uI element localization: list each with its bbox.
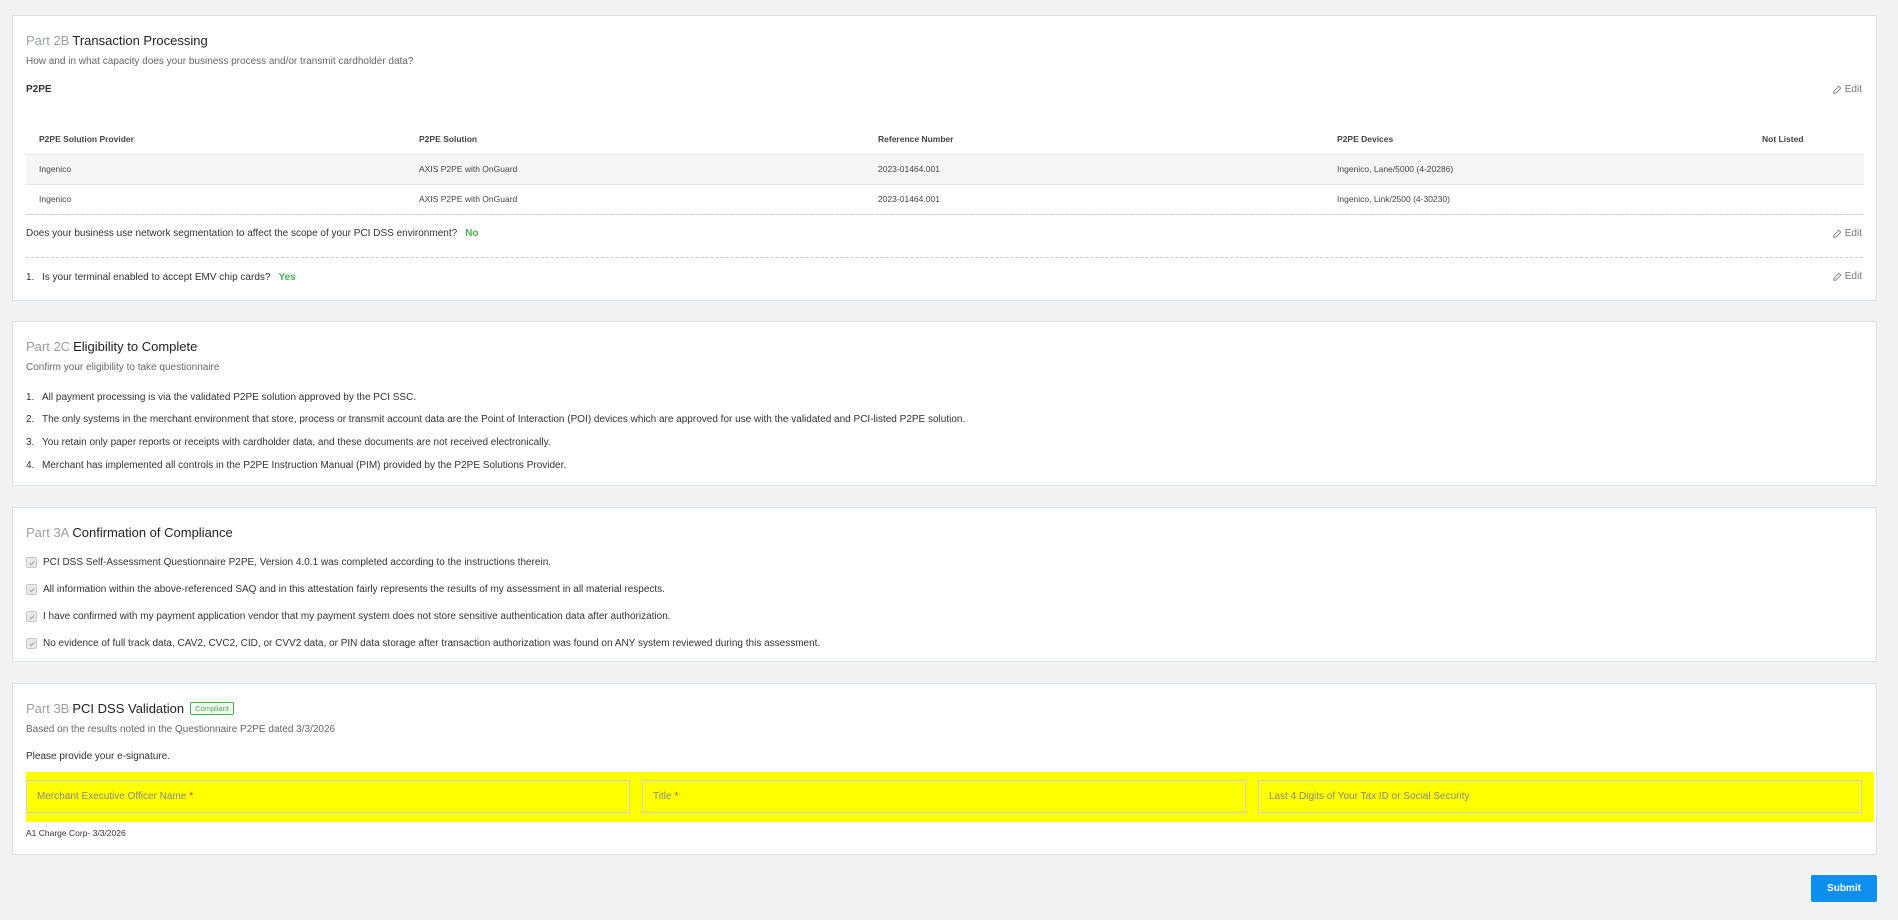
emv-edit-link[interactable]: Edit bbox=[1832, 271, 1862, 282]
checkbox-label: I have confirmed with my payment applica… bbox=[43, 611, 671, 622]
checkmark-icon bbox=[28, 587, 35, 592]
col-devices: P2PE Devices bbox=[1324, 124, 1749, 155]
tax-id-field[interactable]: Last 4 Digits of Your Tax ID or Social S… bbox=[1258, 780, 1862, 813]
table-row: Ingenico AXIS P2PE with OnGuard 2023-014… bbox=[26, 184, 1864, 215]
pencil-icon bbox=[1833, 272, 1842, 281]
divider bbox=[26, 214, 1863, 215]
checkmark-icon bbox=[28, 614, 35, 619]
segmentation-question-text: Does your business use network segmentat… bbox=[26, 228, 458, 239]
part-2b-title: Part 2B Transaction Processing bbox=[26, 33, 208, 48]
compliance-checkbox-row: All information within the above-referen… bbox=[26, 584, 665, 595]
part-2c-subtitle: Confirm your eligibility to take questio… bbox=[26, 362, 220, 373]
tax-id-placeholder: Last 4 Digits of Your Tax ID or Social S… bbox=[1269, 791, 1470, 802]
required-mark: * bbox=[674, 791, 679, 802]
checkmark-icon bbox=[28, 641, 35, 646]
checkbox[interactable] bbox=[26, 584, 37, 595]
cell-provider: Ingenico bbox=[26, 184, 406, 215]
cell-not-listed bbox=[1749, 154, 1864, 185]
emv-answer: Yes bbox=[278, 272, 296, 283]
edit-label: Edit bbox=[1844, 228, 1862, 239]
emv-question-text: Is your terminal enabled to accept EMV c… bbox=[42, 272, 271, 283]
required-mark: * bbox=[189, 791, 194, 802]
segmentation-edit-link[interactable]: Edit bbox=[1832, 228, 1862, 239]
part-title-text: Eligibility to Complete bbox=[73, 339, 198, 354]
cell-solution: AXIS P2PE with OnGuard bbox=[406, 184, 865, 215]
segmentation-answer: No bbox=[465, 228, 479, 239]
edit-label: Edit bbox=[1844, 271, 1862, 282]
part-title-text: Transaction Processing bbox=[72, 33, 208, 48]
pencil-icon bbox=[1833, 229, 1842, 238]
signature-prompt: Please provide your e-signature. bbox=[26, 751, 170, 762]
title-placeholder: Title bbox=[653, 791, 672, 802]
compliance-checkbox-row: I have confirmed with my payment applica… bbox=[26, 611, 671, 622]
part-2c-title: Part 2C Eligibility to Complete bbox=[26, 339, 197, 354]
checkbox-label: All information within the above-referen… bbox=[43, 584, 665, 595]
status-badge: Compliant bbox=[190, 702, 234, 715]
list-number: 1. bbox=[26, 392, 35, 403]
emv-number: 1. bbox=[26, 272, 35, 283]
p2pe-table: P2PE Solution Provider P2PE Solution Ref… bbox=[26, 124, 1864, 215]
list-number: 4. bbox=[26, 460, 35, 471]
p2pe-section-label: P2PE bbox=[26, 84, 52, 95]
part-3b-title: Part 3B PCI DSS Validation Compliant bbox=[26, 701, 234, 716]
part-title-text: PCI DSS Validation bbox=[72, 701, 185, 716]
checkbox[interactable] bbox=[26, 557, 37, 568]
part-number: Part 3B bbox=[26, 701, 70, 716]
list-text: You retain only paper reports or receipt… bbox=[42, 437, 551, 448]
list-item: 3. You retain only paper reports or recei… bbox=[26, 437, 551, 448]
col-reference-number: Reference Number bbox=[865, 124, 1324, 155]
part-number: Part 3A bbox=[26, 525, 70, 540]
table-row: Ingenico AXIS P2PE with OnGuard 2023-014… bbox=[26, 154, 1864, 185]
list-text: Merchant has implemented all controls in… bbox=[42, 460, 567, 471]
cell-solution: AXIS P2PE with OnGuard bbox=[406, 154, 865, 185]
list-text: All payment processing is via the valida… bbox=[42, 392, 417, 403]
part-title-text: Confirmation of Compliance bbox=[72, 525, 233, 540]
p2pe-edit-link[interactable]: Edit bbox=[1832, 84, 1862, 95]
list-number: 2. bbox=[26, 414, 35, 425]
compliance-checkbox-row: PCI DSS Self-Assessment Questionnaire P2… bbox=[26, 557, 551, 568]
pencil-icon bbox=[1833, 85, 1842, 94]
checkbox-label: PCI DSS Self-Assessment Questionnaire P2… bbox=[43, 557, 552, 568]
submit-button[interactable]: Submit bbox=[1811, 875, 1877, 902]
checkbox[interactable] bbox=[26, 638, 37, 649]
list-text: The only systems in the merchant environ… bbox=[42, 414, 966, 425]
title-field[interactable]: Title * bbox=[642, 780, 1246, 813]
compliance-checkbox-row: No evidence of full track data, CAV2, CV… bbox=[26, 638, 820, 649]
col-not-listed: Not Listed bbox=[1749, 124, 1864, 155]
cell-devices: Ingenico, Link/2500 (4-30230) bbox=[1324, 184, 1749, 215]
segmentation-question: Does your business use network segmentat… bbox=[26, 228, 479, 239]
edit-label: Edit bbox=[1844, 84, 1862, 95]
checkbox[interactable] bbox=[26, 611, 37, 622]
list-item: 1. All payment processing is via the vali… bbox=[26, 392, 416, 403]
part-3a-title: Part 3A Confirmation of Compliance bbox=[26, 525, 233, 540]
part-2b-subtitle: How and in what capacity does your busin… bbox=[26, 56, 414, 67]
cell-reference: 2023-01464.001 bbox=[865, 184, 1324, 215]
part-2b-card: Part 2B Transaction Processing How and in… bbox=[12, 15, 1877, 301]
part-3a-card: Part 3A Confirmation of Compliance PCI DS… bbox=[12, 507, 1877, 662]
col-solution: P2PE Solution bbox=[406, 124, 865, 155]
col-solution-provider: P2PE Solution Provider bbox=[26, 124, 406, 155]
list-number: 3. bbox=[26, 437, 35, 448]
divider bbox=[26, 257, 1863, 258]
cell-provider: Ingenico bbox=[26, 154, 406, 185]
table-header-row: P2PE Solution Provider P2PE Solution Ref… bbox=[26, 124, 1864, 155]
signature-footer-note: A1 Charge Corp- 3/3/2026 bbox=[26, 828, 126, 838]
checkmark-icon bbox=[28, 560, 35, 565]
list-item: 4. Merchant has implemented all controls … bbox=[26, 460, 566, 471]
part-2c-card: Part 2C Eligibility to Complete Confirm y… bbox=[12, 321, 1877, 486]
part-3b-subtitle: Based on the results noted in the Questi… bbox=[26, 724, 336, 735]
part-3b-card: Part 3B PCI DSS Validation Compliant Based… bbox=[12, 683, 1877, 855]
emv-question: 1. Is your terminal enabled to accept EMV… bbox=[26, 272, 296, 283]
cell-devices: Ingenico, Lane/5000 (4-20286) bbox=[1324, 154, 1749, 185]
officer-name-placeholder: Merchant Executive Officer Name bbox=[37, 791, 187, 802]
part-number: Part 2B bbox=[26, 33, 70, 48]
cell-not-listed bbox=[1749, 184, 1864, 215]
part-number: Part 2C bbox=[26, 339, 71, 354]
cell-reference: 2023-01464.001 bbox=[865, 154, 1324, 185]
list-item: 2. The only systems in the merchant envir… bbox=[26, 414, 965, 425]
checkbox-label: No evidence of full track data, CAV2, CV… bbox=[43, 638, 821, 649]
officer-name-field[interactable]: Merchant Executive Officer Name * bbox=[26, 780, 630, 813]
